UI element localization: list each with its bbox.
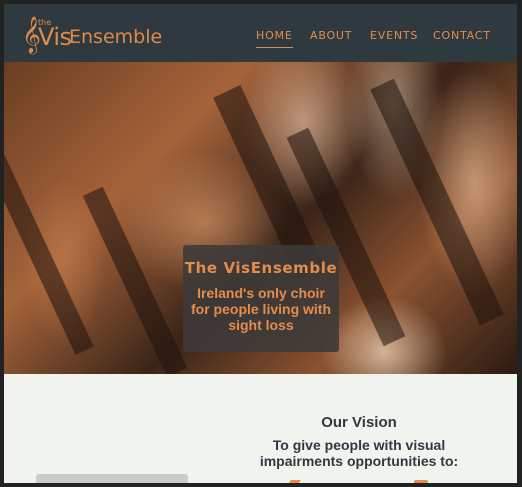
nav-contact[interactable]: CONTACT bbox=[433, 29, 491, 42]
logo-ensemble-text: Ensemble bbox=[69, 26, 163, 48]
site-header: 𝄞 the Vis Ensemble HOME ABOUT EVENTS CON… bbox=[4, 4, 517, 62]
decorative-shape bbox=[414, 480, 428, 483]
decorative-shape bbox=[287, 480, 301, 483]
page-frame: 𝄞 the Vis Ensemble HOME ABOUT EVENTS CON… bbox=[4, 4, 517, 483]
hero-title: The VisEnsemble bbox=[184, 259, 338, 277]
nav-home[interactable]: HOME bbox=[256, 29, 293, 48]
nav-about[interactable]: ABOUT bbox=[310, 29, 352, 42]
vision-heading: Our Vision bbox=[321, 414, 397, 431]
image-card bbox=[36, 474, 188, 483]
nav-events[interactable]: EVENTS bbox=[370, 29, 418, 42]
hero-image: The VisEnsemble Ireland's only choir for… bbox=[4, 62, 517, 374]
vision-text: To give people with visual impairments o… bbox=[259, 437, 459, 469]
hero-subtitle: Ireland's only choir for people living w… bbox=[191, 285, 331, 333]
hero-caption-box: The VisEnsemble Ireland's only choir for… bbox=[183, 245, 339, 352]
logo-vis-text: Vis bbox=[38, 23, 72, 51]
